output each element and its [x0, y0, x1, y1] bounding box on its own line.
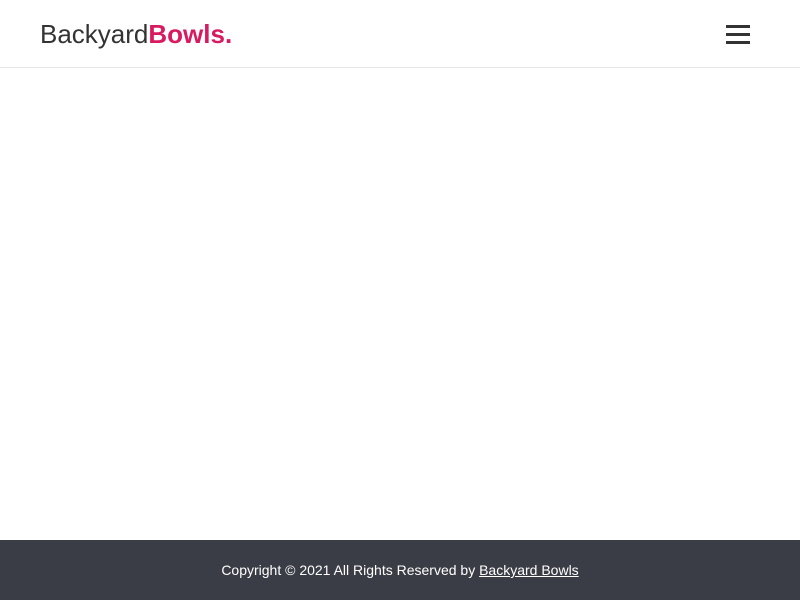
- site-footer: Copyright © 2021 All Rights Reserved by …: [0, 540, 800, 600]
- site-logo[interactable]: BackyardBowls.: [40, 17, 232, 51]
- menu-bar-top: [726, 25, 750, 28]
- footer-brand-link[interactable]: Backyard Bowls: [479, 562, 579, 578]
- logo-text-bold: Bowls.: [148, 19, 233, 49]
- site-header: BackyardBowls.: [0, 0, 800, 68]
- menu-bar-bottom: [726, 41, 750, 44]
- logo-text-regular: Backyard: [40, 19, 149, 49]
- page: BackyardBowls. Copyright © 2021 All Righ…: [0, 0, 800, 600]
- main-content: [0, 69, 800, 540]
- copyright-text: Copyright © 2021 All Rights Reserved by: [221, 562, 480, 578]
- menu-bar-middle: [726, 33, 750, 36]
- hamburger-menu-icon[interactable]: [724, 24, 752, 46]
